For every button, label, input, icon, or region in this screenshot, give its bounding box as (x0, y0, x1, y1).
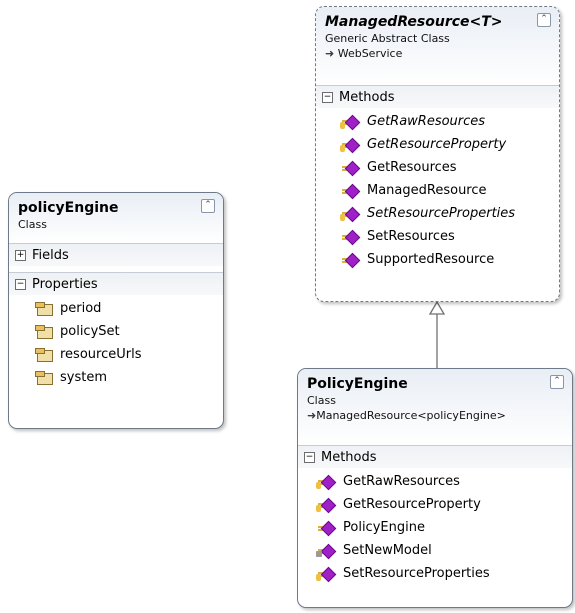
member-item[interactable]: GetRawResources (316, 110, 559, 133)
member-list: GetRawResources GetResourceProperty Poli… (298, 468, 572, 591)
collapse-button[interactable]: ⌃ (201, 199, 215, 213)
method-icon (316, 544, 336, 558)
section-label: Fields (32, 247, 69, 263)
member-list: GetRawResources GetResourceProperty GetR… (316, 108, 559, 277)
method-icon (340, 207, 360, 221)
collapse-button[interactable]: ⌃ (537, 13, 551, 27)
class-stereotype: Generic Abstract Class (325, 32, 450, 45)
method-icon (340, 138, 360, 152)
section-label: Methods (321, 449, 377, 465)
member-item[interactable]: period (9, 297, 223, 320)
section-label: Methods (339, 89, 395, 105)
class-box-managedresource[interactable]: ManagedResource<T> Generic Abstract Clas… (315, 6, 560, 302)
method-icon (342, 161, 360, 175)
method-icon (316, 498, 336, 512)
property-icon (35, 324, 53, 339)
member-item[interactable]: SetResources (316, 225, 559, 248)
member-item[interactable]: GetResources (316, 156, 559, 179)
class-box-policyengine-derived[interactable]: PolicyEngine Class ➜ManagedResource<poli… (297, 368, 573, 608)
method-icon (316, 567, 336, 581)
expand-icon[interactable]: + (15, 249, 26, 261)
class-stereotype: Class (18, 218, 47, 231)
inherit-arrow-icon: ➜ (325, 47, 335, 60)
method-icon (342, 184, 360, 198)
key-icon (316, 481, 321, 489)
member-item[interactable]: resourceUrls (9, 343, 223, 366)
property-icon (35, 347, 53, 362)
key-icon (316, 504, 321, 512)
class-header: ManagedResource<T> Generic Abstract Clas… (316, 7, 559, 85)
lock-icon (316, 550, 322, 557)
key-icon (340, 213, 345, 221)
class-box-policyengine[interactable]: policyEngine Class ⌃ + Fields − Properti… (8, 192, 224, 429)
member-item[interactable]: GetResourceProperty (316, 133, 559, 156)
member-item[interactable]: PolicyEngine (298, 516, 572, 539)
method-icon (318, 521, 336, 535)
member-item[interactable]: system (9, 366, 223, 389)
key-icon (340, 121, 345, 129)
collapse-section-icon[interactable]: − (15, 278, 26, 290)
class-header: policyEngine Class ⌃ (9, 193, 223, 243)
member-item[interactable]: SetResourceProperties (298, 562, 572, 585)
member-item[interactable]: policySet (9, 320, 223, 343)
collapse-section-icon[interactable]: − (304, 451, 315, 463)
member-item[interactable]: ManagedResource (316, 179, 559, 202)
class-name: PolicyEngine (307, 376, 408, 392)
method-icon (340, 115, 360, 129)
section-fields[interactable]: + Fields (9, 243, 223, 266)
member-item[interactable]: SetResourceProperties (316, 202, 559, 225)
section-methods[interactable]: − Methods (316, 85, 559, 108)
collapse-section-icon[interactable]: − (322, 91, 333, 103)
class-stereotype: Class (307, 394, 336, 407)
method-icon (316, 475, 336, 489)
collapse-button[interactable]: ⌃ (550, 375, 564, 389)
key-icon (340, 144, 345, 152)
key-icon (316, 573, 321, 581)
class-header: PolicyEngine Class ➜ManagedResource<poli… (298, 369, 572, 445)
property-icon (35, 301, 53, 316)
method-icon (342, 230, 360, 244)
class-name: policyEngine (18, 200, 119, 216)
section-properties[interactable]: − Properties (9, 272, 223, 295)
section-label: Properties (32, 276, 98, 292)
method-icon (342, 253, 360, 267)
base-class: ➜ WebService (325, 47, 403, 60)
section-methods[interactable]: − Methods (298, 445, 572, 468)
member-item[interactable]: GetRawResources (298, 470, 572, 493)
inherit-arrow-icon: ➜ (307, 409, 317, 422)
class-name: ManagedResource<T> (325, 14, 503, 30)
member-item[interactable]: GetResourceProperty (298, 493, 572, 516)
base-class: ➜ManagedResource<policyEngine> (307, 409, 506, 422)
property-icon (35, 370, 53, 385)
member-item[interactable]: SetNewModel (298, 539, 572, 562)
member-item[interactable]: SupportedResource (316, 248, 559, 271)
member-list: period policySet resourceUrls system (9, 295, 223, 395)
